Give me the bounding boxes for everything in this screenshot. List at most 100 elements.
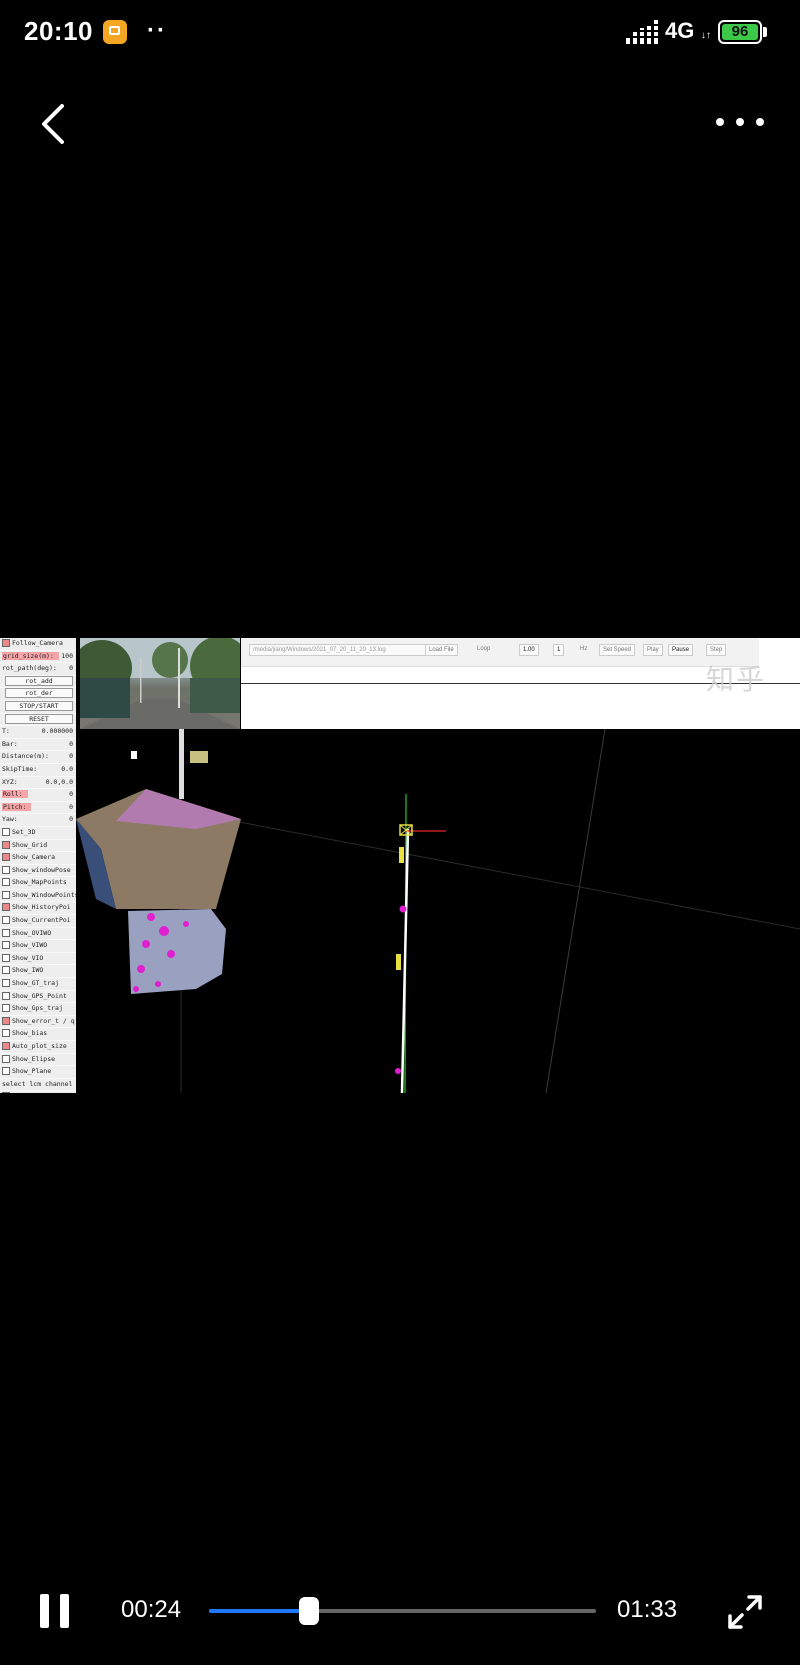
panel-checkbox bbox=[2, 966, 10, 975]
hz-checkbox: Hz bbox=[580, 646, 588, 652]
panel-checkbox bbox=[2, 979, 10, 988]
panel-row: RESET bbox=[0, 713, 76, 727]
panel-checkbox bbox=[2, 1067, 10, 1076]
panel-row: Show_error_t / q bbox=[0, 1016, 76, 1029]
panel-row-label: rot_path(deg): bbox=[2, 664, 57, 673]
network-type: 4G bbox=[665, 18, 695, 43]
camera-preview-image bbox=[80, 638, 240, 729]
step-button: Step bbox=[706, 644, 727, 656]
signal-strength-icon bbox=[626, 20, 658, 44]
panel-row-label: Show_GPS_Point bbox=[12, 991, 67, 1000]
panel-row-label: Set_3D bbox=[12, 827, 36, 836]
panel-row: Pitch: 0 bbox=[0, 802, 76, 815]
panel-row: Show_IWO bbox=[0, 965, 76, 979]
panel-checkbox bbox=[2, 890, 10, 899]
panel-checkbox bbox=[2, 953, 10, 962]
panel-row: Show_VIWO bbox=[0, 940, 76, 953]
panel-checkbox bbox=[2, 1042, 10, 1050]
panel-row-label: Show_OVIWO bbox=[12, 928, 52, 937]
panel-row: Yaw: 0 bbox=[0, 814, 76, 827]
panel-row-value: 100 bbox=[61, 651, 73, 660]
panel-row: Show_Grid bbox=[0, 840, 76, 853]
panel-row: grid_size(m): 100 bbox=[0, 651, 76, 664]
panel-row: Show_VIO bbox=[0, 953, 76, 966]
panel-button: RESET bbox=[5, 713, 73, 724]
panel-row: Show_HistoryPoi bbox=[0, 902, 76, 916]
panel-checkbox bbox=[2, 639, 10, 647]
current-time: 00:24 bbox=[121, 1596, 182, 1623]
panel-row: rot_der bbox=[0, 688, 76, 701]
more-notifications-indicator: ·· bbox=[147, 17, 167, 44]
panel-row-label: T: bbox=[2, 727, 10, 736]
panel-row: Show_OVIWO bbox=[0, 928, 76, 941]
panel-row: Show_Plane bbox=[0, 1066, 76, 1079]
panel-row-label: Show_CurrentPoi bbox=[12, 916, 71, 925]
panel-row-label: Show_bias bbox=[12, 1029, 48, 1038]
load-file-button: Load File bbox=[425, 644, 458, 656]
battery-tip bbox=[763, 27, 767, 37]
panel-row: Roll: 0 bbox=[0, 789, 76, 802]
panel-row: CAM Channel bbox=[0, 1091, 76, 1093]
panel-row-label: Show_WindowPoints bbox=[12, 890, 76, 899]
panel-row-value: 0 bbox=[69, 815, 73, 824]
panel-row-label: Show_VIWO bbox=[12, 941, 48, 950]
panel-row-label: select lcm channel bbox=[2, 1079, 73, 1088]
panel-checkbox bbox=[2, 1092, 10, 1093]
video-frame[interactable]: Follow_Camera grid_size(m): 100 rot_path(de… bbox=[0, 638, 800, 1093]
panel-checkbox bbox=[2, 941, 10, 950]
speed-field: 1.00 bbox=[519, 644, 539, 656]
viewer-control-panel: Follow_Camera grid_size(m): 100 rot_path(de… bbox=[0, 638, 76, 1093]
panel-row: STOP/START bbox=[0, 700, 76, 714]
panel-button: rot_der bbox=[5, 688, 73, 699]
panel-row-label: Roll: bbox=[2, 790, 28, 799]
panel-row: Show_WindowPoints bbox=[0, 890, 76, 903]
back-chevron-icon[interactable] bbox=[36, 100, 76, 148]
panel-row-label: Show_MapPoints bbox=[12, 878, 67, 887]
panel-row-value: 0 bbox=[69, 739, 73, 748]
seek-bar[interactable] bbox=[209, 1597, 596, 1625]
panel-row-value: 0 bbox=[69, 802, 73, 811]
gallery-notification-icon bbox=[103, 20, 127, 44]
panel-checkbox bbox=[2, 840, 10, 849]
panel-checkbox bbox=[2, 1004, 10, 1013]
panel-row: Set_3D bbox=[0, 827, 76, 840]
clock: 20:10 bbox=[24, 16, 93, 46]
panel-row: rot_add bbox=[0, 675, 76, 689]
pause-icon[interactable] bbox=[40, 1594, 72, 1628]
panel-row-label: Pitch: bbox=[2, 802, 32, 811]
battery-icon: 96 bbox=[718, 20, 762, 44]
panel-row: XYZ: 0.0,0.0 bbox=[0, 777, 76, 790]
panel-row: Show_Gps_traj bbox=[0, 1003, 76, 1016]
seek-handle[interactable] bbox=[298, 1597, 319, 1625]
fullscreen-icon[interactable] bbox=[727, 1594, 763, 1630]
seek-bar-played bbox=[209, 1609, 309, 1613]
panel-row-label: Show_Camera bbox=[12, 853, 56, 862]
panel-row-label: Distance(m): bbox=[2, 752, 49, 761]
panel-row-label: Show_IWO bbox=[12, 966, 44, 975]
log-path-field: /media/jiang/Windows/2021_07_20_11_20_13… bbox=[249, 644, 426, 656]
panel-row-label: CAM Channel bbox=[12, 1092, 55, 1093]
panel-row-label: Yaw: bbox=[2, 815, 18, 824]
panel-row: Show_GPS_Point bbox=[0, 991, 76, 1004]
panel-row-label: Follow_Camera bbox=[12, 639, 63, 647]
panel-row-value: 0 bbox=[69, 664, 73, 673]
more-horizontal-icon[interactable] bbox=[712, 108, 768, 136]
panel-checkbox bbox=[2, 928, 10, 937]
panel-checkbox bbox=[2, 865, 10, 874]
panel-checkbox bbox=[2, 827, 10, 836]
panel-row: Distance(m): 0 bbox=[0, 751, 76, 764]
panel-row: SkipTime: 0.0 bbox=[0, 764, 76, 777]
panel-row: Show_bias bbox=[0, 1028, 76, 1041]
panel-checkbox bbox=[2, 853, 10, 862]
panel-row: Show_Elipse bbox=[0, 1054, 76, 1067]
duration: 01:33 bbox=[617, 1596, 678, 1623]
panel-row-label: Show_GT_traj bbox=[12, 979, 59, 988]
step-count-field: 1 bbox=[553, 644, 565, 656]
panel-row-label: Auto_plot_size bbox=[12, 1042, 67, 1050]
panel-row-label: grid_size(m): bbox=[2, 651, 59, 660]
play-button: Play bbox=[643, 644, 663, 656]
panel-row-label: Show_VIO bbox=[12, 953, 44, 962]
playback-toolbar-row: /media/jiang/Windows/2021_07_20_11_20_13… bbox=[241, 638, 759, 667]
panel-button: rot_add bbox=[5, 675, 73, 686]
panel-row-label: Show_Elipse bbox=[12, 1054, 56, 1063]
